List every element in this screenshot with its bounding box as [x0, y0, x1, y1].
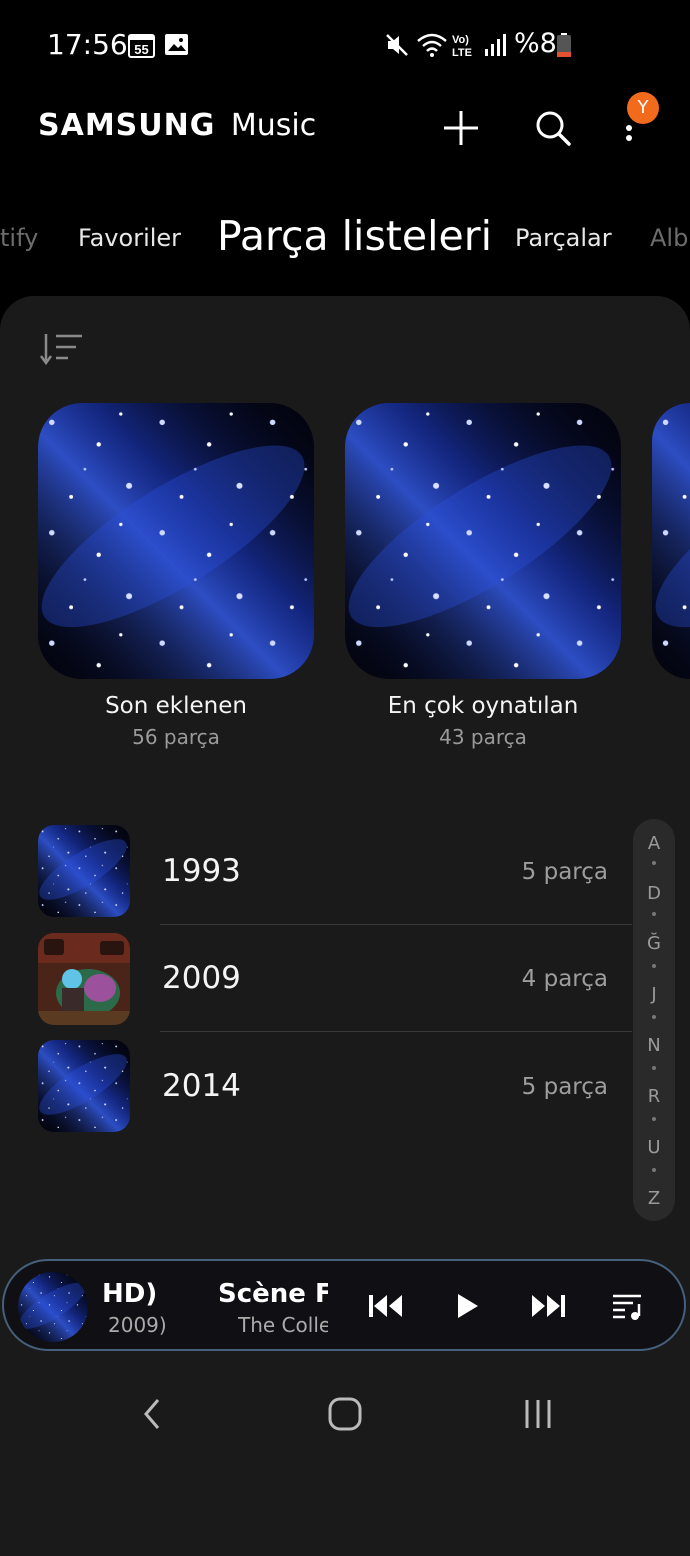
featured-card-partial[interactable]	[652, 403, 690, 679]
tab-favorites[interactable]: Favoriler	[78, 224, 181, 252]
playlist-count: 4 parça	[521, 966, 608, 992]
album-artwork	[38, 933, 130, 1025]
sort-icon	[39, 334, 82, 366]
mute-icon	[384, 32, 410, 58]
featured-card-recently-added[interactable]	[38, 403, 314, 679]
mini-player-artwork[interactable]	[18, 1272, 88, 1342]
brand-name: SAMSUNG	[38, 108, 216, 143]
index-dot	[652, 964, 656, 968]
playlist-thumbnail[interactable]	[38, 1040, 130, 1132]
playlist-title[interactable]: 2009	[162, 960, 241, 996]
index-dot	[652, 912, 656, 916]
index-dot	[652, 1066, 656, 1070]
notification-badge-text: 55	[134, 42, 148, 57]
row-divider	[160, 924, 632, 925]
signal-icon	[484, 32, 508, 58]
next-track-button[interactable]	[523, 1281, 573, 1331]
recents-icon	[525, 1400, 551, 1428]
galaxy-artwork	[38, 825, 130, 917]
featured-title: Son eklenen	[105, 693, 247, 719]
tab-spotify[interactable]: tify	[0, 224, 38, 252]
playlist-count: 5 parça	[521, 1074, 608, 1100]
svg-text:LTE: LTE	[452, 47, 472, 58]
galaxy-artwork	[652, 403, 690, 679]
mini-player-prev-subtitle: 2009)	[108, 1313, 167, 1337]
image-icon	[164, 32, 190, 58]
index-dot	[652, 1117, 656, 1121]
tab-albums[interactable]: Alb	[650, 224, 688, 252]
index-dot	[652, 1015, 656, 1019]
plus-icon	[444, 111, 478, 145]
playlist-title[interactable]: 2014	[162, 1068, 241, 1104]
add-playlist-button[interactable]	[437, 104, 485, 152]
playlist-count: 5 parça	[521, 859, 608, 885]
battery-icon	[556, 32, 572, 58]
wifi-icon	[416, 32, 448, 58]
play-button[interactable]	[442, 1281, 492, 1331]
galaxy-artwork	[38, 403, 314, 679]
index-letter[interactable]: R	[633, 1086, 675, 1107]
back-icon	[144, 1399, 160, 1429]
row-divider	[160, 1031, 632, 1032]
mini-player-prev-title: HD)	[102, 1279, 158, 1309]
app-name: Music	[230, 108, 317, 143]
volte-icon: Vo) LTE	[452, 32, 480, 59]
alphabet-index-scrollbar[interactable]: A D Ğ J N R U Z	[633, 819, 675, 1221]
skip-next-icon	[532, 1295, 565, 1317]
nav-recents-button[interactable]	[508, 1386, 568, 1442]
playlist-title[interactable]: 1993	[162, 853, 241, 889]
featured-card-most-played[interactable]	[345, 403, 621, 679]
tab-tracks[interactable]: Parçalar	[515, 224, 612, 252]
galaxy-artwork	[18, 1272, 88, 1342]
play-icon	[458, 1294, 478, 1318]
search-icon	[536, 111, 571, 146]
index-dot	[652, 1168, 656, 1172]
index-letter[interactable]: D	[633, 883, 675, 904]
profile-avatar[interactable]: Y	[627, 92, 659, 124]
index-letter[interactable]: J	[633, 984, 675, 1005]
previous-track-button[interactable]	[361, 1281, 411, 1331]
tab-playlists[interactable]: Parça listeleri	[217, 212, 492, 260]
index-letter[interactable]: N	[633, 1035, 675, 1056]
mini-player-subtitle: The Colle	[238, 1313, 328, 1337]
svg-text:Vo): Vo)	[452, 34, 469, 46]
calendar-icon: 55	[128, 32, 156, 58]
nav-home-button[interactable]	[315, 1386, 375, 1442]
battery-percent: %8	[514, 28, 557, 59]
mini-player[interactable]: HD) 2009) Scène Fi The Colle	[2, 1259, 686, 1351]
index-dot	[652, 861, 656, 865]
playlist-queue-icon	[613, 1294, 641, 1320]
home-icon	[328, 1397, 362, 1431]
status-time: 17:56	[47, 28, 128, 61]
galaxy-artwork	[345, 403, 621, 679]
playlist-thumbnail[interactable]	[38, 825, 130, 917]
index-letter[interactable]: A	[633, 833, 675, 854]
index-letter[interactable]: U	[633, 1137, 675, 1158]
featured-count: 43 parça	[439, 725, 527, 749]
skip-previous-icon	[369, 1295, 402, 1317]
search-button[interactable]	[529, 104, 577, 152]
galaxy-artwork	[38, 1040, 130, 1132]
featured-count: 56 parça	[132, 725, 220, 749]
nav-back-button[interactable]	[122, 1386, 182, 1442]
sort-button[interactable]	[38, 330, 86, 370]
index-letter[interactable]: Ğ	[633, 933, 675, 954]
mini-player-title: Scène Fi	[218, 1279, 328, 1309]
playlist-thumbnail[interactable]	[38, 933, 130, 1025]
app-title: SAMSUNG Music	[38, 108, 316, 143]
featured-title: En çok oynatılan	[387, 693, 579, 719]
queue-button[interactable]	[603, 1281, 653, 1331]
index-letter[interactable]: Z	[633, 1188, 675, 1209]
